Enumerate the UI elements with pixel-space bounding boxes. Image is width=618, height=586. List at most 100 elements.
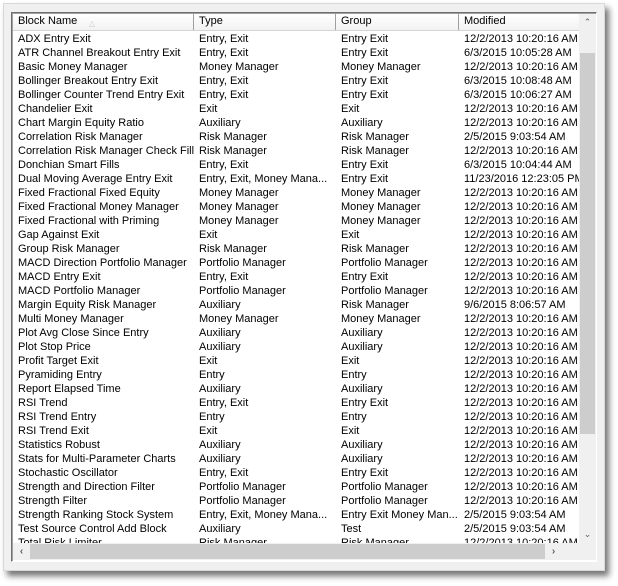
modified-cell: 11/23/2016 12:23:05 PM [464, 173, 579, 185]
modified-cell: 12/2/2013 10:20:16 AM [464, 439, 578, 451]
block-name-cell: MACD Portfolio Manager [18, 285, 141, 297]
group-cell: Risk Manager [341, 299, 409, 311]
modified-cell: 12/2/2013 10:20:16 AM [464, 425, 578, 437]
table-row[interactable]: MACD Entry Exit Entry, Exit Entry Exit 12/2… [13, 270, 579, 284]
block-name-cell: Report Elapsed Time [18, 383, 121, 395]
table-row[interactable]: Stats for Multi-Parameter Charts Auxiliar… [13, 452, 579, 466]
group-cell: Portfolio Manager [341, 257, 428, 269]
type-cell: Exit [199, 425, 218, 437]
table-row[interactable]: Margin Equity Risk Manager Auxiliary Risk … [13, 298, 579, 312]
table-row[interactable]: Strength and Direction Filter Portfolio M… [13, 480, 579, 494]
table-row[interactable]: Dual Moving Average Entry Exit Entry, Exi… [13, 172, 579, 186]
type-cell: Exit [199, 103, 218, 115]
table-row[interactable]: Bollinger Counter Trend Entry Exit Entry,… [13, 88, 579, 102]
column-header-modified[interactable]: Modified [459, 14, 579, 30]
horizontal-scrollbar[interactable]: ‹ › [13, 543, 579, 560]
type-cell: Money Manager [199, 215, 279, 227]
column-header-type[interactable]: Type [194, 14, 336, 30]
column-header-block-name[interactable]: Block Name △ [13, 14, 194, 30]
column-header-label: Block Name [18, 15, 78, 27]
table-row[interactable]: Fixed Fractional with Priming Money Manag… [13, 214, 579, 228]
table-row[interactable]: Fixed Fractional Money Manager Money Mana… [13, 200, 579, 214]
modified-cell: 12/2/2013 10:20:16 AM [464, 313, 578, 325]
scroll-left-icon[interactable]: ‹ [13, 543, 30, 560]
type-cell: Auxiliary [199, 383, 241, 395]
table-row[interactable]: Group Risk Manager Risk Manager Risk Manag… [13, 242, 579, 256]
table-row[interactable]: Gap Against Exit Exit Exit 12/2/2013 10:20:… [13, 228, 579, 242]
table-row[interactable]: Chandelier Exit Exit Exit 12/2/2013 10:20:1… [13, 102, 579, 116]
vertical-scrollbar[interactable]: ⌃ ⌄ [579, 14, 596, 543]
type-cell: Auxiliary [199, 453, 241, 465]
table-row[interactable]: Statistics Robust Auxiliary Auxiliary 12/2/… [13, 438, 579, 452]
type-cell: Portfolio Manager [199, 495, 286, 507]
block-name-cell: MACD Direction Portfolio Manager [18, 257, 187, 269]
sort-ascending-icon: △ [89, 19, 96, 28]
group-cell: Money Manager [341, 61, 421, 73]
block-list-view[interactable]: Block Name △ Type Group Modified ADX Ent… [11, 12, 597, 562]
group-cell: Exit [341, 355, 360, 367]
type-cell: Risk Manager [199, 145, 267, 157]
table-row[interactable]: Donchian Smart Fills Entry, Exit Entry Exi… [13, 158, 579, 172]
table-row[interactable]: RSI Trend Exit Exit Exit 12/2/2013 10:20:16… [13, 424, 579, 438]
vertical-scroll-thumb[interactable] [580, 53, 595, 434]
horizontal-scroll-thumb[interactable] [30, 544, 545, 559]
modified-cell: 6/3/2015 10:04:44 AM [464, 159, 572, 171]
table-row[interactable]: Pyramiding Entry Entry Entry 12/2/2013 10:2… [13, 368, 579, 382]
table-row[interactable]: Strength Filter Portfolio Manager Portfoli… [13, 494, 579, 508]
modified-cell: 12/2/2013 10:20:16 AM [464, 397, 578, 409]
block-name-cell: ATR Channel Breakout Entry Exit [18, 47, 181, 59]
table-row[interactable]: Bollinger Breakout Entry Exit Entry, Exit… [13, 74, 579, 88]
modified-cell: 12/2/2013 10:20:16 AM [464, 481, 578, 493]
type-cell: Entry, Exit, Money Mana... [199, 509, 328, 521]
column-header-group[interactable]: Group [336, 14, 459, 30]
scroll-up-icon[interactable]: ⌃ [579, 14, 596, 31]
group-cell: Entry Exit [341, 271, 389, 283]
table-row[interactable]: ADX Entry Exit Entry, Exit Entry Exit 12/2/… [13, 32, 579, 46]
modified-cell: 12/2/2013 10:20:16 AM [464, 271, 578, 283]
table-row[interactable]: MACD Direction Portfolio Manager Portfoli… [13, 256, 579, 270]
block-name-cell: Pyramiding Entry [18, 369, 102, 381]
table-row[interactable]: Multi Money Manager Money Manager Money Ma… [13, 312, 579, 326]
block-name-cell: Test Source Control Add Block [18, 523, 167, 535]
table-row[interactable]: RSI Trend Entry Entry Entry 12/2/2013 10:20… [13, 410, 579, 424]
group-cell: Auxiliary [341, 327, 383, 339]
table-row[interactable]: Plot Avg Close Since Entry Auxiliary Auxil… [13, 326, 579, 340]
block-name-cell: Plot Stop Price [18, 341, 91, 353]
scroll-right-icon[interactable]: › [545, 543, 562, 560]
modified-cell: 12/2/2013 10:20:16 AM [464, 285, 578, 297]
group-cell: Auxiliary [341, 453, 383, 465]
scroll-down-icon[interactable]: ⌄ [579, 526, 596, 543]
table-row[interactable]: Report Elapsed Time Auxiliary Auxiliary 12/… [13, 382, 579, 396]
table-row[interactable]: Test Source Control Add Block Auxiliary Te… [13, 522, 579, 536]
modified-cell: 2/5/2015 9:03:54 AM [464, 523, 566, 535]
group-cell: Portfolio Manager [341, 495, 428, 507]
modified-cell: 6/3/2015 10:05:28 AM [464, 47, 572, 59]
table-row[interactable]: Chart Margin Equity Ratio Auxiliary Auxili… [13, 116, 579, 130]
type-cell: Exit [199, 229, 218, 241]
group-cell: Exit [341, 425, 360, 437]
modified-cell: 12/2/2013 10:20:16 AM [464, 61, 578, 73]
table-row[interactable]: Correlation Risk Manager Risk Manager Risk… [13, 130, 579, 144]
block-name-cell: Donchian Smart Fills [18, 159, 120, 171]
type-cell: Auxiliary [199, 117, 241, 129]
type-cell: Entry [199, 411, 225, 423]
table-row[interactable]: Fixed Fractional Fixed Equity Money Manag… [13, 186, 579, 200]
group-cell: Portfolio Manager [341, 481, 428, 493]
group-cell: Risk Manager [341, 145, 409, 157]
table-row[interactable]: Strength Ranking Stock System Entry, Exit… [13, 508, 579, 522]
table-row[interactable]: Correlation Risk Manager Check Fills Risk… [13, 144, 579, 158]
table-row[interactable]: Plot Stop Price Auxiliary Auxiliary 12/2/20… [13, 340, 579, 354]
table-row[interactable]: Profit Target Exit Exit Exit 12/2/2013 10:2… [13, 354, 579, 368]
group-cell: Entry Exit [341, 89, 389, 101]
type-cell: Entry, Exit [199, 89, 249, 101]
table-row[interactable]: ATR Channel Breakout Entry Exit Entry, Ex… [13, 46, 579, 60]
table-row[interactable]: Stochastic Oscillator Entry, Exit Entry Ex… [13, 466, 579, 480]
modified-cell: 12/2/2013 10:20:16 AM [464, 187, 578, 199]
type-cell: Auxiliary [199, 299, 241, 311]
table-row[interactable]: Basic Money Manager Money Manager Money Ma… [13, 60, 579, 74]
group-cell: Risk Manager [341, 243, 409, 255]
table-row[interactable]: MACD Portfolio Manager Portfolio Manager P… [13, 284, 579, 298]
table-row[interactable]: RSI Trend Entry, Exit Entry Exit 12/2/2013 … [13, 396, 579, 410]
modified-cell: 9/6/2015 8:06:57 AM [464, 299, 566, 311]
block-name-cell: Stats for Multi-Parameter Charts [18, 453, 176, 465]
